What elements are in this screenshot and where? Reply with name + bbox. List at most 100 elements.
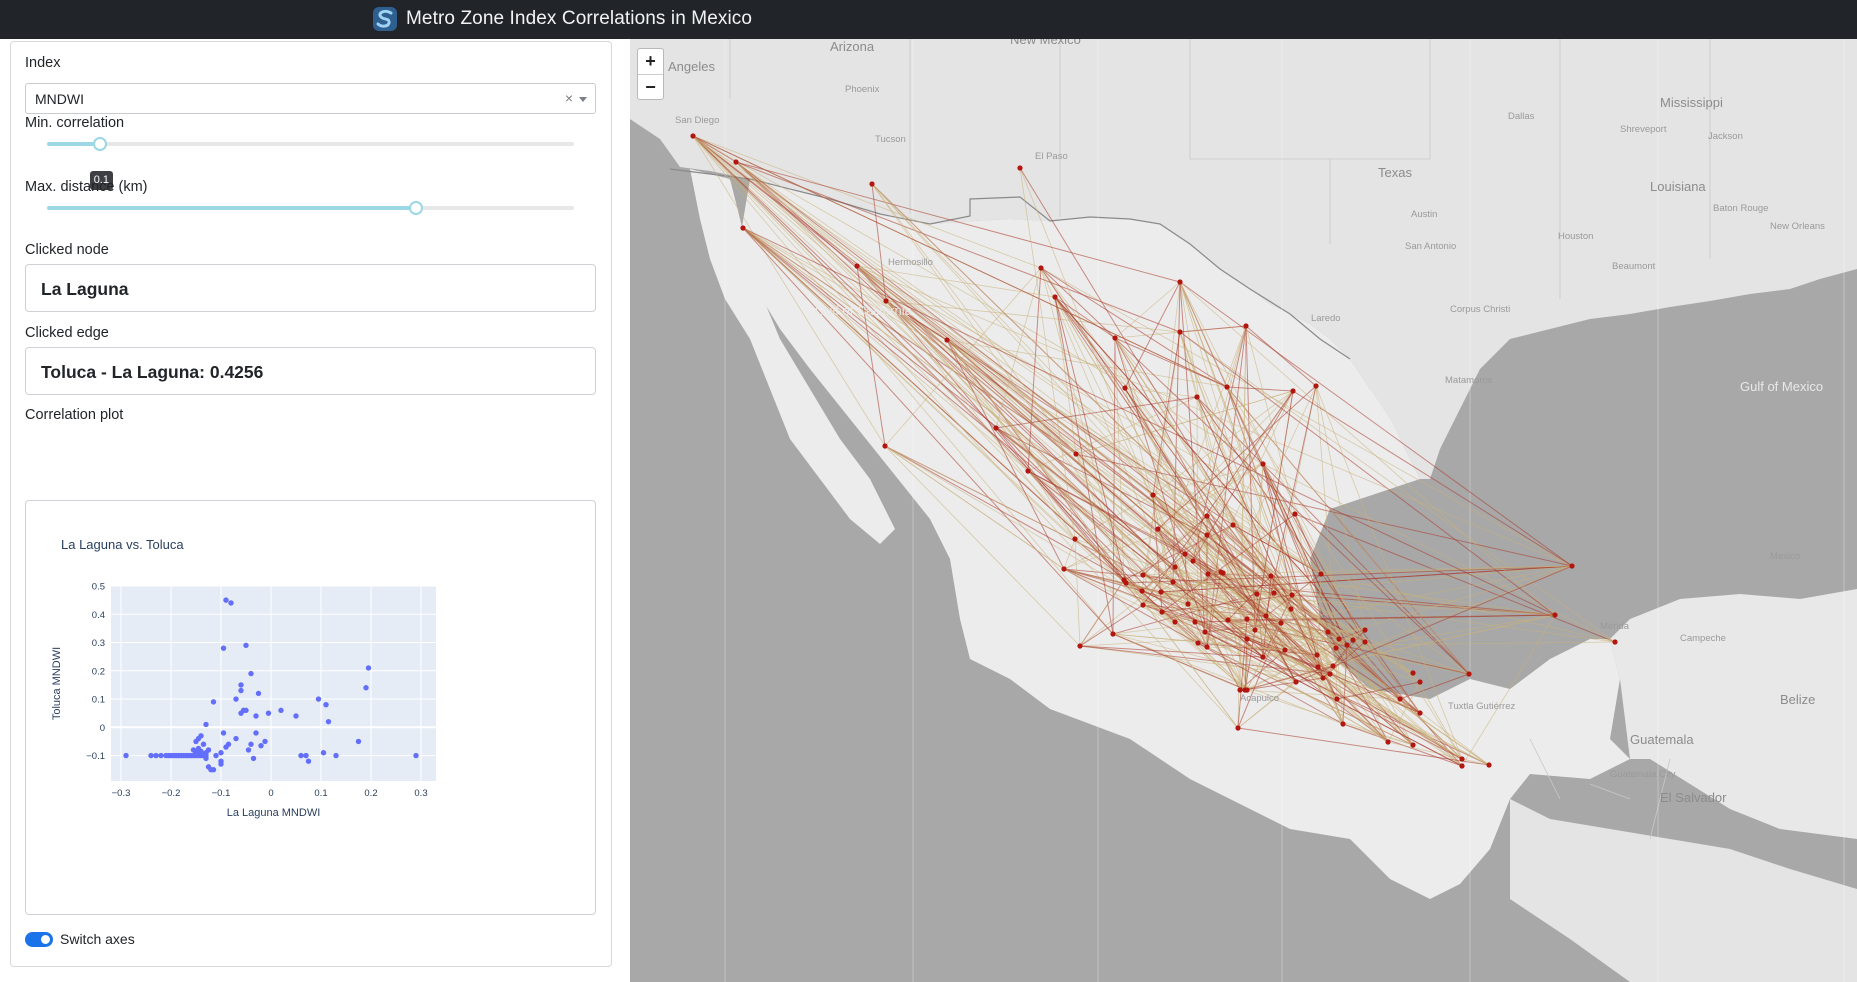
metro-zone-node[interactable]	[1569, 563, 1575, 569]
metro-zone-node[interactable]	[1410, 670, 1416, 676]
metro-zone-node[interactable]	[1344, 642, 1350, 648]
scatter-point[interactable]	[325, 718, 332, 725]
metro-zone-node[interactable]	[1182, 551, 1188, 557]
metro-zone-node[interactable]	[854, 263, 860, 269]
min-correlation-slider[interactable]	[47, 137, 574, 151]
metro-zone-node[interactable]	[1195, 640, 1201, 646]
metro-zone-node[interactable]	[1314, 652, 1320, 658]
scatter-point[interactable]	[233, 735, 239, 742]
metro-zone-node[interactable]	[1194, 394, 1200, 400]
metro-zone-node[interactable]	[1417, 679, 1423, 685]
metro-zone-node[interactable]	[1192, 619, 1198, 625]
metro-zone-node[interactable]	[1177, 329, 1183, 335]
metro-zone-node[interactable]	[1289, 592, 1295, 598]
metro-zone-node[interactable]	[1292, 511, 1298, 517]
scatter-point[interactable]	[218, 750, 224, 756]
scatter-point[interactable]	[203, 721, 209, 728]
metro-zone-node[interactable]	[1244, 687, 1250, 693]
metro-zone-node[interactable]	[1271, 590, 1277, 596]
scatter-point[interactable]	[228, 600, 234, 606]
metro-zone-node[interactable]	[1333, 645, 1339, 651]
metro-zone-node[interactable]	[1290, 388, 1296, 394]
metro-zone-node[interactable]	[1112, 335, 1118, 341]
metro-zone-node[interactable]	[1140, 602, 1146, 608]
zoom-in-button[interactable]: +	[638, 49, 663, 74]
metro-zone-node[interactable]	[944, 337, 950, 343]
metro-zone-node[interactable]	[1278, 620, 1284, 626]
scatter-point[interactable]	[148, 752, 154, 759]
scatter-point[interactable]	[218, 761, 224, 767]
scatter-point[interactable]	[258, 742, 264, 749]
max-distance-slider-handle[interactable]	[408, 201, 423, 215]
metro-zone-node[interactable]	[1172, 619, 1178, 625]
metro-zone-node[interactable]	[1320, 675, 1326, 681]
metro-zone-node[interactable]	[1110, 631, 1116, 637]
chevron-down-icon[interactable]	[579, 97, 587, 102]
metro-zone-node[interactable]	[1158, 589, 1164, 595]
metro-zone-node[interactable]	[1315, 664, 1321, 670]
metro-zone-node[interactable]	[1244, 616, 1250, 622]
metro-zone-node[interactable]	[1139, 588, 1145, 594]
scatter-point[interactable]	[293, 713, 299, 719]
metro-zone-node[interactable]	[1204, 513, 1210, 519]
scatter-point[interactable]	[323, 701, 329, 708]
scatter-point[interactable]	[413, 752, 419, 759]
metro-zone-node[interactable]	[1072, 536, 1078, 542]
scatter-point[interactable]	[238, 682, 244, 688]
metro-zone-node[interactable]	[1340, 721, 1346, 727]
metro-zone-node[interactable]	[1155, 526, 1161, 532]
metro-zone-node[interactable]	[882, 443, 888, 449]
metro-zone-node[interactable]	[869, 181, 875, 187]
scatter-point[interactable]	[158, 752, 164, 759]
metro-zone-node[interactable]	[1612, 639, 1618, 645]
network-map[interactable]: Angeles Arizona New Mexico Mississippi Phoen…	[630, 39, 1857, 982]
scatter-point[interactable]	[333, 752, 339, 759]
scatter-point[interactable]	[248, 670, 254, 677]
scatter-point[interactable]	[225, 741, 232, 747]
metro-zone-node[interactable]	[1052, 294, 1058, 300]
scatter-point[interactable]	[198, 733, 204, 739]
clear-icon[interactable]: ×	[565, 90, 573, 106]
metro-zone-node[interactable]	[1293, 679, 1299, 685]
scatter-point[interactable]	[245, 747, 252, 753]
scatter-point[interactable]	[210, 699, 217, 705]
scatter-point[interactable]	[248, 741, 254, 747]
metro-zone-node[interactable]	[1204, 532, 1210, 538]
metro-zone-node[interactable]	[1362, 627, 1368, 633]
metro-zone-node[interactable]	[1237, 687, 1243, 693]
metro-zone-node[interactable]	[1025, 468, 1031, 474]
metro-zone-node[interactable]	[1459, 756, 1465, 762]
scatter-point[interactable]	[253, 713, 259, 719]
metro-zone-node[interactable]	[1362, 639, 1368, 645]
scatter-point[interactable]	[238, 710, 244, 716]
metro-zone-node[interactable]	[1123, 580, 1129, 586]
metro-zone-node[interactable]	[1466, 671, 1472, 677]
scatter-point[interactable]	[305, 758, 312, 764]
scatter-point[interactable]	[255, 690, 262, 697]
metro-zone-node[interactable]	[1205, 571, 1211, 577]
metro-zone-node[interactable]	[1254, 591, 1260, 597]
metro-zone-node[interactable]	[1172, 564, 1178, 570]
scatter-point[interactable]	[365, 665, 372, 671]
metro-zone-node[interactable]	[993, 425, 999, 431]
scatter-point[interactable]	[205, 747, 212, 753]
metro-zone-node[interactable]	[1397, 696, 1403, 702]
metro-zone-node[interactable]	[690, 133, 696, 139]
scatter-point[interactable]	[238, 687, 244, 694]
scatter-point[interactable]	[320, 750, 327, 756]
scatter-point[interactable]	[220, 645, 227, 651]
metro-zone-node[interactable]	[1260, 461, 1266, 467]
metro-zone-node[interactable]	[1235, 725, 1241, 731]
metro-zone-node[interactable]	[1417, 710, 1423, 716]
min-correlation-slider-handle[interactable]	[92, 137, 107, 151]
scatter-point[interactable]	[233, 696, 239, 702]
scatter-point[interactable]	[200, 741, 207, 747]
metro-zone-node[interactable]	[1061, 566, 1067, 572]
zoom-out-button[interactable]: −	[638, 74, 663, 99]
scatter-point[interactable]	[213, 752, 219, 759]
metro-zone-node[interactable]	[1204, 644, 1210, 650]
metro-zone-node[interactable]	[1122, 385, 1128, 391]
metro-zone-node[interactable]	[1159, 609, 1165, 615]
metro-zone-node[interactable]	[1318, 571, 1324, 577]
scatter-point[interactable]	[220, 730, 227, 736]
